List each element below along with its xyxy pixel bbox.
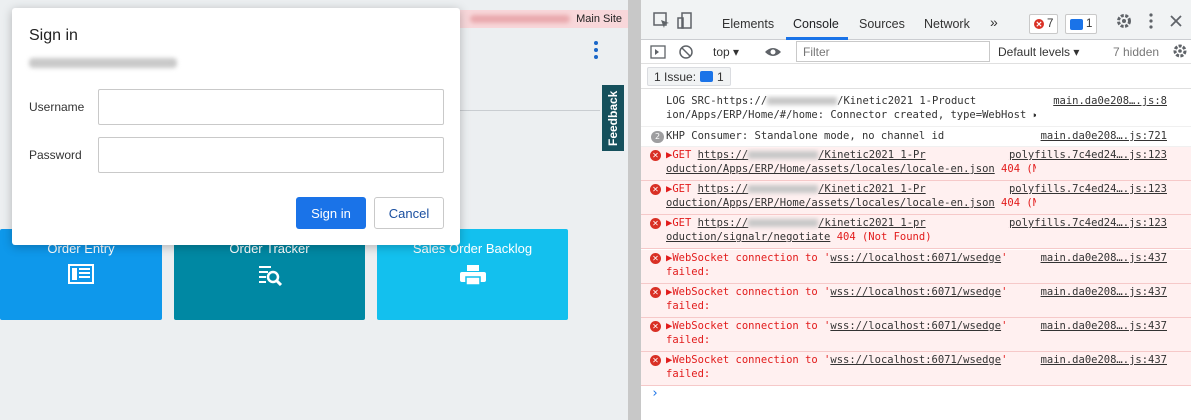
message-count-badge[interactable]: 1 [1065,14,1098,34]
error-icon: ✕ [1034,19,1044,29]
tab-sources[interactable]: Sources [859,17,905,31]
issues-button[interactable]: 1 Issue: 1 [647,67,731,86]
error-text: ▶GET https:///kinetic2021 1-pr oduction/… [666,217,932,243]
feedback-tab[interactable]: Feedback [602,85,624,151]
error-source[interactable]: main.da0e208….js:437 [1041,251,1167,265]
issues-count: 1 [717,69,724,84]
error-icon: ✕ [650,355,661,366]
error-entry[interactable]: ✕ ▶GET https:///Kinetic2021 1-Pr oductio… [641,147,1191,181]
username-field[interactable] [98,89,444,125]
message-count: 1 [1086,18,1093,30]
context-value: top [713,45,730,59]
close-icon[interactable] [1167,12,1185,30]
error-entry[interactable]: ✕ ▶WebSocket connection to 'wss://localh… [641,284,1191,318]
error-icon: ✕ [650,321,661,332]
error-count: 7 [1047,18,1054,30]
error-text: ▶WebSocket connection to 'wss://localhos… [666,252,1008,278]
dialog-title: Sign in [29,27,78,44]
blurred-text [470,15,570,23]
clear-console-icon[interactable] [678,44,694,60]
devtools-panel: Elements Console Sources Network » ✕ 7 1… [641,0,1191,420]
main-site-label[interactable]: Main Site [576,13,622,25]
issues-label: 1 Issue: [654,69,697,84]
levels-dropdown[interactable]: Default levels ▾ [998,45,1079,59]
panel-splitter[interactable] [628,0,641,420]
error-source[interactable]: main.da0e208….js:437 [1041,353,1167,367]
inspect-icon[interactable] [653,12,671,30]
levels-label: Default levels [998,45,1071,59]
gear-icon[interactable] [1115,12,1133,30]
error-icon: ✕ [650,253,661,264]
error-count-badge[interactable]: ✕ 7 [1029,14,1059,34]
list-icon [0,264,162,288]
error-entry[interactable]: ✕ ▶WebSocket connection to 'wss://localh… [641,352,1191,386]
divider [450,110,600,111]
error-text: ▶WebSocket connection to 'wss://localhos… [666,354,1008,380]
repeat-count: 2 [651,131,664,143]
search-doc-icon [174,264,365,290]
error-icon: ✕ [650,150,661,161]
devtools-tabbar: Elements Console Sources Network » ✕ 7 1 [641,0,1191,40]
device-toggle-icon[interactable] [677,12,695,30]
printer-icon [377,264,568,290]
blurred-url [29,58,177,68]
log-source[interactable]: main.da0e208….js:721 [1041,129,1167,143]
error-text: ▶GET https:///Kinetic2021 1-Pr oduction/… [666,183,1036,209]
error-entry[interactable]: ✕ ▶WebSocket connection to 'wss://localh… [641,250,1191,284]
tab-elements[interactable]: Elements [722,17,774,31]
site-strip: Main Site [440,10,628,28]
log-text: KHP Consumer: Standalone mode, no channe… [666,130,945,142]
console-settings-icon[interactable] [1172,43,1188,59]
tab-console[interactable]: Console [793,17,839,31]
hidden-count: 7 hidden [1113,45,1160,59]
error-source[interactable]: polyfills.7c4ed24….js:123 [1009,182,1167,196]
app-area: Main Site Feedback Order Entry Order Tra… [0,0,628,420]
context-select[interactable]: top ▾ [713,45,739,59]
error-entry[interactable]: ✕ ▶GET https:///kinetic2021 1-pr oductio… [641,215,1191,249]
eye-icon[interactable] [764,45,782,59]
error-icon: ✕ [650,218,661,229]
sidebar-toggle-icon[interactable] [650,44,666,60]
username-label: Username [29,100,85,114]
error-entry[interactable]: ✕ ▶WebSocket connection to 'wss://localh… [641,318,1191,352]
filter-input[interactable] [796,41,990,62]
console-prompt[interactable]: › [651,386,659,401]
message-icon [1070,18,1083,30]
signin-button[interactable]: Sign in [296,197,366,229]
more-menu-icon[interactable] [590,40,602,60]
error-icon: ✕ [650,287,661,298]
log-source[interactable]: main.da0e208….js:8 [1053,94,1167,108]
kebab-menu-icon[interactable] [1142,12,1160,30]
error-text: ▶GET https:///Kinetic2021 1-Pr oduction/… [666,149,1036,175]
error-entry[interactable]: ✕ ▶GET https:///Kinetic2021 1-Pr oductio… [641,181,1191,215]
error-source[interactable]: polyfills.7c4ed24….js:123 [1009,148,1167,162]
error-text: ▶WebSocket connection to 'wss://localhos… [666,320,1008,346]
error-source[interactable]: main.da0e208….js:437 [1041,285,1167,299]
password-field[interactable] [98,137,444,173]
log-text: LOG SRC-https:///Kinetic2021 1-Product i… [666,95,1036,121]
error-source[interactable]: polyfills.7c4ed24….js:123 [1009,216,1167,230]
error-text: ▶WebSocket connection to 'wss://localhos… [666,286,1008,312]
password-label: Password [29,148,82,162]
issue-icon [700,71,714,82]
cancel-button[interactable]: Cancel [374,197,444,229]
log-entry[interactable]: 2 KHP Consumer: Standalone mode, no chan… [641,128,1191,147]
signin-dialog: Sign in Username Password Sign in Cancel [12,8,460,245]
error-source[interactable]: main.da0e208….js:437 [1041,319,1167,333]
tab-network[interactable]: Network [924,17,970,31]
log-entry[interactable]: LOG SRC-https:///Kinetic2021 1-Product i… [641,93,1191,127]
more-tabs-icon[interactable]: » [990,14,998,30]
error-icon: ✕ [650,184,661,195]
